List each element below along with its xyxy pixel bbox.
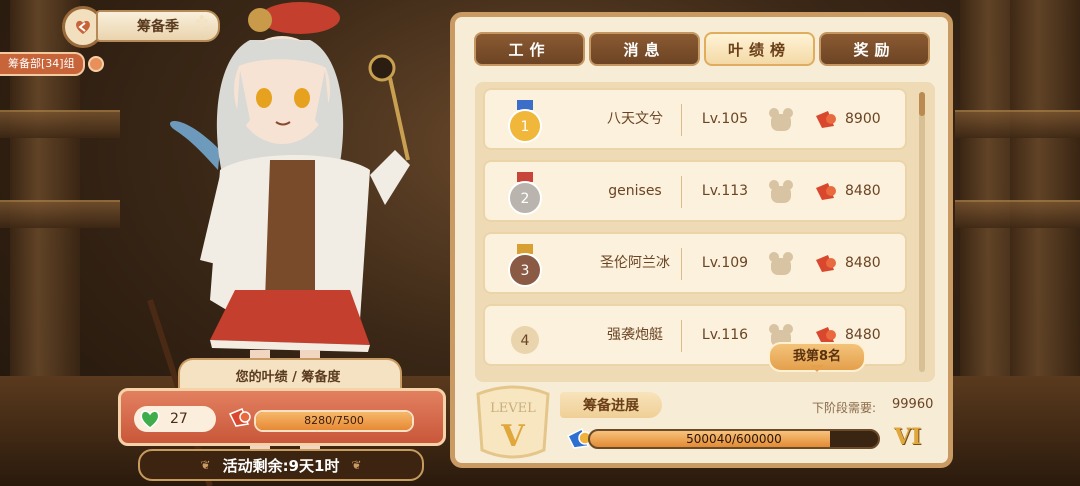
tab-bar: 工作 消息 叶绩榜 奖励 — [474, 32, 930, 66]
divider — [681, 320, 682, 352]
player-points: 8900 — [845, 111, 881, 127]
player-points: 8480 — [845, 255, 881, 271]
player-name: genises — [608, 183, 662, 199]
gold-medal-icon: 1 — [508, 100, 542, 143]
progress-label: 筹备进展 — [560, 392, 662, 418]
ornament-left-icon: ❦ — [200, 458, 211, 472]
divider — [681, 248, 682, 280]
player-name: 强袭炮艇 — [607, 327, 663, 343]
score-progress-bar: 8280/7500 — [254, 410, 414, 432]
svg-text:3: 3 — [521, 263, 530, 279]
player-level: Lv.109 — [701, 255, 749, 271]
tab-rewards[interactable]: 奖励 — [819, 32, 930, 66]
score-title: 您的叶绩 / 筹备度 — [235, 370, 341, 385]
remaining-time-bar: ❦ 活动剩余:9天1时 ❦ — [138, 449, 424, 481]
player-level: Lv.116 — [701, 327, 749, 343]
remaining-time-text: 活动剩余:9天1时 — [222, 456, 340, 475]
progress-text: 500040/600000 — [686, 432, 782, 446]
score-progress-text: 8280/7500 — [304, 414, 364, 427]
next-stage-value: 99960 — [892, 397, 934, 412]
heart-back-icon — [76, 20, 90, 34]
next-level: VI — [894, 424, 922, 450]
level-word: LEVEL — [490, 401, 536, 416]
divider — [681, 176, 682, 208]
svg-text:1: 1 — [521, 119, 530, 135]
heart-counter: 27 — [134, 406, 216, 432]
ranking-row[interactable]: 2 genises Lv.113 8480 — [483, 160, 907, 222]
tab-messages[interactable]: 消息 — [589, 32, 700, 66]
green-heart-icon — [140, 410, 160, 429]
player-name: 圣伦阿兰冰 — [600, 255, 670, 271]
bear-icon — [769, 108, 793, 131]
next-stage-label: 下阶段需要: — [812, 401, 877, 415]
my-rank-bubble[interactable]: 我第8名 — [768, 342, 866, 372]
clover-rank-icon: 4 — [511, 326, 539, 354]
horn-icon — [816, 111, 836, 128]
current-level: V — [500, 419, 525, 454]
player-level: Lv.113 — [701, 183, 749, 199]
divider — [681, 104, 682, 136]
silver-medal-icon: 2 — [508, 172, 542, 215]
tab-leaderboard[interactable]: 叶绩榜 — [704, 32, 815, 66]
player-level: Lv.105 — [701, 111, 749, 127]
level-badge: LEVEL V — [476, 385, 550, 459]
ranking-row[interactable]: 1 八天文兮 Lv.105 8900 — [483, 88, 907, 150]
tab-work[interactable]: 工作 — [474, 32, 585, 66]
player-points: 8480 — [845, 183, 881, 199]
background-balcony — [955, 110, 1080, 138]
background-balcony — [955, 200, 1080, 228]
svg-text:4: 4 — [521, 333, 530, 349]
bear-icon — [769, 252, 793, 275]
ranking-list[interactable]: 1 八天文兮 Lv.105 8900 2 genises Lv.113 8480 — [475, 82, 935, 382]
scrollbar-thumb[interactable] — [919, 92, 925, 116]
horn-icon — [228, 408, 251, 427]
ranking-row[interactable]: 3 圣伦阿兰冰 Lv.109 8480 — [483, 232, 907, 294]
svg-text:2: 2 — [521, 191, 530, 207]
bear-icon — [769, 180, 793, 203]
horn-icon — [816, 255, 836, 272]
scrollbar-track[interactable] — [919, 92, 925, 372]
progress-bar: 500040/600000 — [588, 429, 880, 449]
bronze-medal-icon: 3 — [508, 244, 542, 287]
player-name: 八天文兮 — [607, 111, 663, 127]
heart-count: 27 — [170, 411, 188, 427]
ornament-right-icon: ❦ — [351, 458, 362, 472]
horn-icon — [816, 183, 836, 200]
group-tag: 筹备部[34]组 — [0, 52, 85, 76]
